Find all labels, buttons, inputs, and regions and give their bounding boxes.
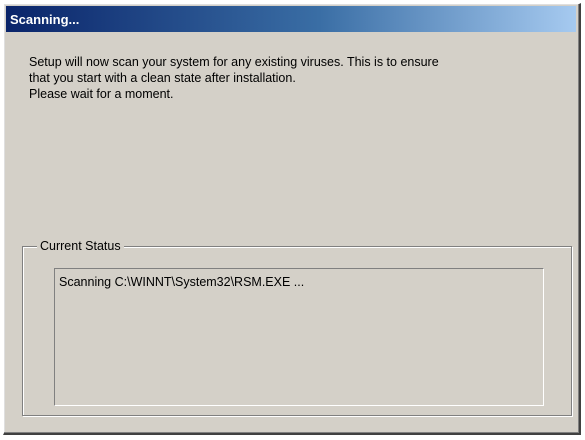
current-status-label: Current Status	[37, 239, 124, 254]
current-status-group: Current Status Scanning C:\WINNT\System3…	[22, 239, 572, 416]
scan-message: Setup will now scan your system for any …	[29, 54, 569, 102]
window-title: Scanning...	[10, 11, 80, 27]
message-line-1: Setup will now scan your system for any …	[29, 55, 439, 69]
title-bar[interactable]: Scanning...	[6, 6, 576, 32]
scanning-dialog: Scanning... Setup will now scan your sys…	[3, 3, 581, 435]
message-line-3: Please wait for a moment.	[29, 87, 174, 101]
status-display: Scanning C:\WINNT\System32\RSM.EXE ...	[54, 268, 544, 406]
status-text: Scanning C:\WINNT\System32\RSM.EXE ...	[59, 275, 305, 289]
message-line-2: that you start with a clean state after …	[29, 71, 296, 85]
